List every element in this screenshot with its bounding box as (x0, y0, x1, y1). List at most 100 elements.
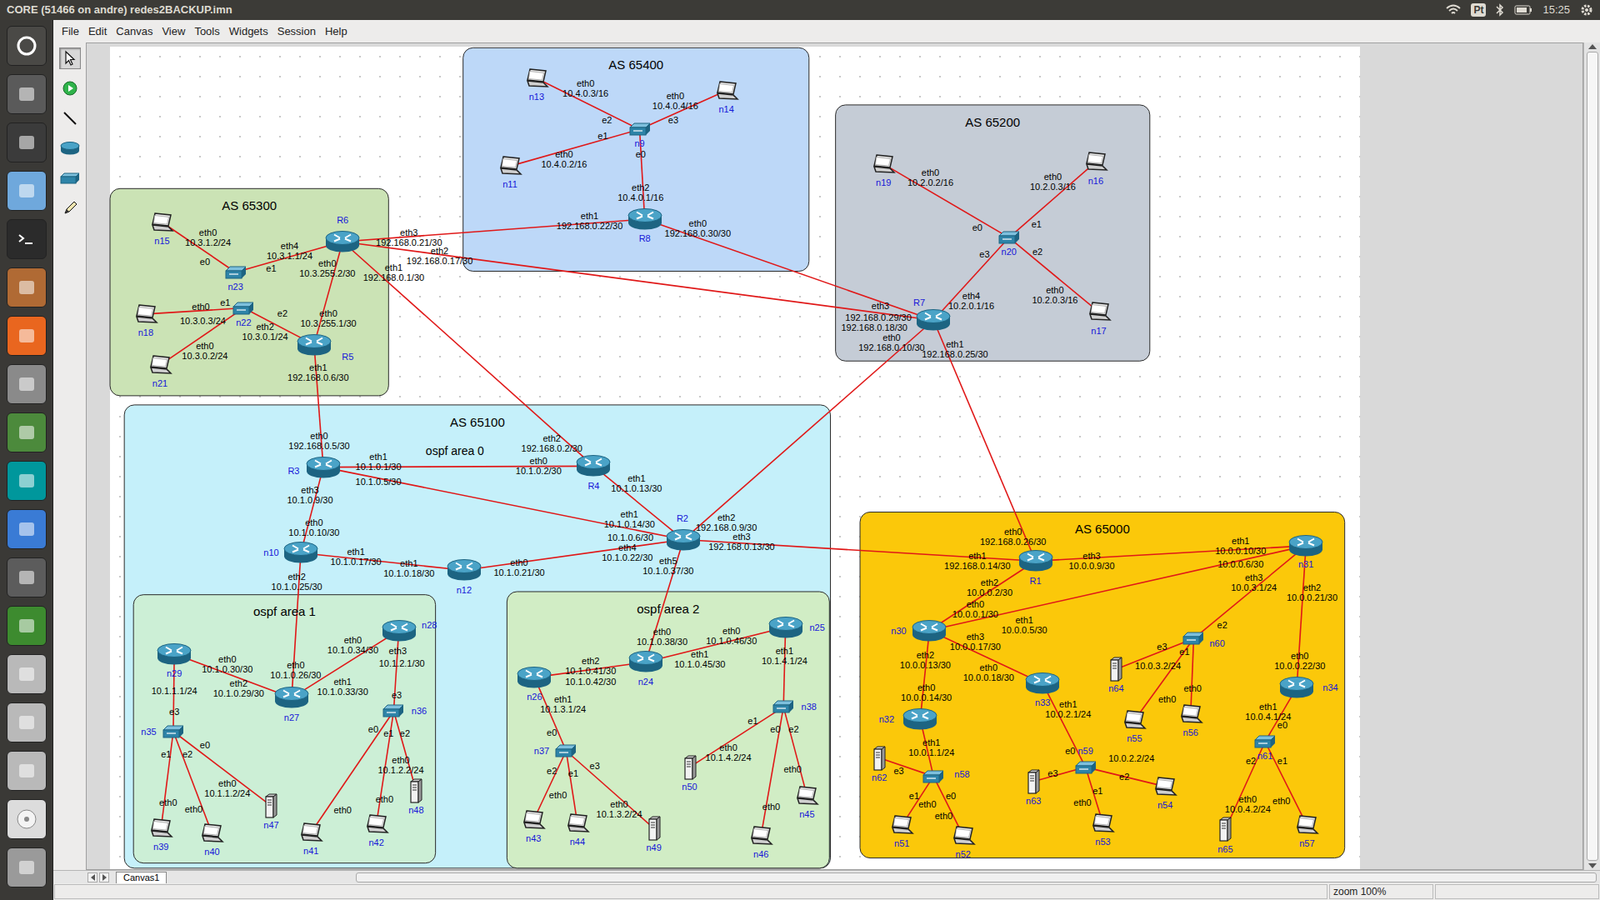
network-node[interactable] (1254, 735, 1276, 749)
menu-item[interactable]: View (161, 23, 185, 40)
area-box[interactable] (835, 105, 1150, 361)
network-node[interactable] (324, 230, 361, 253)
launcher-icon[interactable] (6, 509, 47, 550)
launcher-icon[interactable] (6, 170, 47, 211)
link-line[interactable] (593, 465, 684, 540)
network-node[interactable] (748, 825, 774, 847)
tool-button[interactable] (59, 107, 81, 130)
network-node[interactable] (155, 642, 193, 665)
network-node[interactable] (794, 785, 820, 807)
link-line[interactable] (929, 630, 1043, 685)
network-node[interactable] (1083, 150, 1109, 173)
tool-button[interactable] (59, 197, 81, 220)
network-node[interactable] (998, 230, 1020, 245)
launcher-icon[interactable] (6, 122, 47, 163)
link-line[interactable] (929, 560, 1035, 630)
area-box[interactable] (463, 47, 810, 271)
network-node[interactable] (889, 814, 915, 836)
network-node[interactable] (1287, 534, 1325, 557)
network-node[interactable] (870, 153, 896, 175)
link-line[interactable] (173, 731, 272, 806)
network-node[interactable] (305, 455, 342, 479)
network-node[interactable] (199, 822, 225, 845)
network-node[interactable] (273, 686, 310, 710)
network-node[interactable] (408, 778, 424, 804)
network-node[interactable] (148, 817, 174, 840)
gear-icon[interactable] (1580, 3, 1594, 17)
link-line[interactable] (1009, 237, 1100, 312)
launcher-icon[interactable] (6, 702, 47, 743)
launcher-icon[interactable] (6, 847, 47, 888)
horizontal-scrollbar[interactable] (355, 872, 1597, 883)
menu-item[interactable]: Tools (194, 23, 220, 40)
link-line[interactable] (883, 164, 1010, 238)
menu-item[interactable]: File (61, 23, 80, 40)
network-node[interactable] (445, 559, 483, 582)
network-node[interactable] (1152, 775, 1178, 798)
area-box[interactable] (860, 511, 1345, 858)
menu-item[interactable]: Canvas (115, 23, 153, 40)
launcher-icon[interactable] (6, 267, 47, 308)
network-node[interactable] (871, 745, 887, 771)
link-line[interactable] (683, 320, 934, 540)
link-line[interactable] (760, 706, 784, 835)
menu-item[interactable]: Session (277, 23, 316, 40)
link-line[interactable] (1190, 638, 1195, 715)
network-node[interactable] (915, 309, 952, 332)
scroll-up-icon[interactable] (1588, 44, 1597, 50)
scroll-down-icon[interactable] (1588, 863, 1597, 869)
network-node[interactable] (575, 455, 612, 478)
link-line[interactable] (342, 241, 934, 320)
network-node[interactable] (1121, 709, 1147, 731)
launcher-icon[interactable] (6, 219, 47, 260)
scroll-thumb[interactable] (1586, 51, 1599, 861)
link-line[interactable] (161, 222, 235, 273)
link-line[interactable] (536, 78, 640, 130)
network-node[interactable] (1217, 816, 1233, 842)
wifi-icon[interactable] (1445, 4, 1461, 16)
network-node[interactable] (162, 725, 185, 739)
launcher-icon[interactable] (6, 74, 47, 115)
link-line[interactable] (533, 750, 566, 820)
launcher-icon[interactable] (6, 750, 47, 791)
canvas[interactable]: AS 65400AS 65200AS 65300AS 65100ospf are… (85, 42, 1584, 870)
bluetooth-icon[interactable] (1495, 3, 1505, 17)
network-node[interactable] (520, 809, 546, 831)
launcher-icon[interactable] (6, 315, 47, 356)
link-line[interactable] (1035, 545, 1306, 561)
tool-button[interactable] (59, 137, 81, 160)
vertical-scrollbar[interactable] (1583, 42, 1600, 870)
canvas-tab[interactable]: Canvas1 (115, 871, 167, 884)
keyboard-indicator[interactable]: Pt (1470, 3, 1486, 17)
link-line[interactable] (464, 540, 684, 571)
launcher-icon[interactable] (6, 799, 47, 840)
network-node[interactable] (380, 619, 418, 642)
network-node[interactable] (364, 813, 390, 835)
menu-item[interactable]: Widgets (229, 23, 269, 40)
link-line[interactable] (565, 750, 654, 829)
link-line[interactable] (160, 308, 244, 366)
network-node[interactable] (263, 793, 279, 819)
network-node[interactable] (772, 700, 795, 714)
network-node[interactable] (382, 704, 405, 718)
network-node[interactable] (910, 619, 948, 642)
tab-left-button[interactable] (87, 872, 98, 883)
area-box[interactable] (506, 591, 830, 869)
link-line[interactable] (314, 241, 343, 345)
network-node[interactable] (1017, 550, 1055, 573)
launcher-icon[interactable] (6, 654, 47, 695)
tool-button[interactable] (59, 167, 81, 190)
link-line[interactable] (300, 467, 324, 554)
link-line[interactable] (534, 677, 566, 751)
area-box[interactable] (133, 595, 435, 864)
network-node[interactable] (682, 755, 698, 780)
link-line[interactable] (1193, 545, 1306, 639)
network-node[interactable] (1086, 300, 1112, 323)
network-node[interactable] (1108, 656, 1124, 682)
link-line[interactable] (645, 219, 935, 320)
network-node[interactable] (1182, 631, 1205, 645)
link-line[interactable] (933, 237, 1010, 320)
network-node[interactable] (627, 650, 665, 674)
link-line[interactable] (565, 750, 577, 824)
area-box[interactable] (110, 188, 389, 396)
